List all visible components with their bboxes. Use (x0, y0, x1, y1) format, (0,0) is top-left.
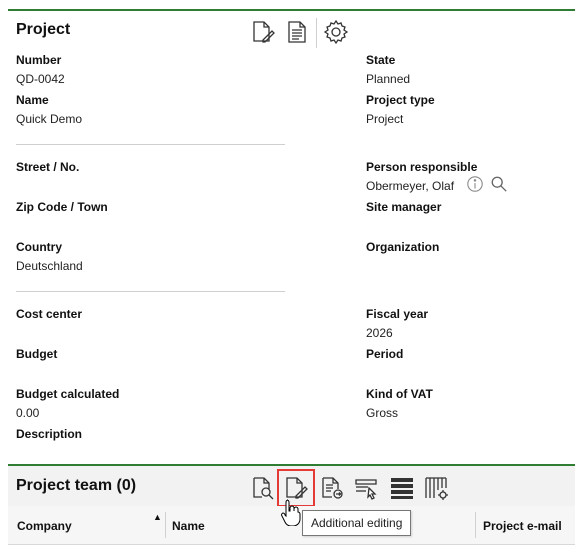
fiscal-year-value: 2026 (366, 326, 393, 340)
select-rows-icon[interactable] (353, 474, 381, 502)
tooltip: Additional editing (302, 510, 412, 536)
cost-center-label: Cost center (16, 307, 83, 321)
project-type-label: Project type (366, 93, 435, 107)
kind-of-vat-value: Gross (366, 406, 399, 420)
section-top-border (8, 9, 575, 11)
country-value: Deutschland (16, 259, 83, 273)
info-icon[interactable] (465, 174, 485, 194)
budget-label: Budget (16, 347, 58, 361)
budget-calculated-value: 0.00 (16, 406, 40, 420)
sort-ascending-icon: ▲ (153, 512, 162, 522)
number-label: Number (16, 53, 62, 67)
edit-document-icon[interactable] (249, 18, 277, 46)
state-label: State (366, 53, 396, 67)
project-type-value: Project (366, 112, 404, 126)
document-export-icon[interactable] (318, 474, 346, 502)
fiscal-year-label: Fiscal year (366, 307, 429, 321)
site-manager-label: Site manager (366, 200, 442, 214)
budget-calculated-label: Budget calculated (16, 387, 120, 401)
organization-label: Organization (366, 240, 440, 254)
search-icon[interactable] (489, 174, 509, 194)
project-title: Project (16, 21, 71, 38)
document-icon[interactable] (283, 18, 311, 46)
name-label: Name (16, 93, 49, 107)
column-name[interactable]: Name (172, 519, 205, 533)
toolbar-divider (316, 18, 317, 48)
description-label: Description (16, 427, 83, 441)
search-document-icon[interactable] (249, 474, 277, 502)
period-label: Period (366, 347, 404, 361)
column-divider (165, 512, 166, 538)
name-value: Quick Demo (16, 112, 83, 126)
hand-cursor-icon (280, 498, 302, 527)
zip-town-label: Zip Code / Town (16, 200, 108, 214)
column-project-email[interactable]: Project e-mail (483, 519, 562, 533)
divider (16, 291, 285, 292)
gear-icon[interactable] (322, 18, 350, 46)
divider (16, 144, 285, 145)
person-responsible-label: Person responsible (366, 160, 478, 174)
number-value: QD-0042 (16, 72, 65, 86)
country-label: Country (16, 240, 62, 254)
kind-of-vat-label: Kind of VAT (366, 387, 433, 401)
person-responsible-value: Obermeyer, Olaf (366, 179, 455, 193)
list-view-icon[interactable] (388, 474, 416, 502)
project-team-title: Project team (0) (16, 477, 137, 494)
column-settings-icon[interactable] (423, 474, 451, 502)
column-company[interactable]: Company (17, 519, 72, 533)
street-label: Street / No. (16, 160, 80, 174)
column-divider (475, 512, 476, 538)
state-value: Planned (366, 72, 411, 86)
